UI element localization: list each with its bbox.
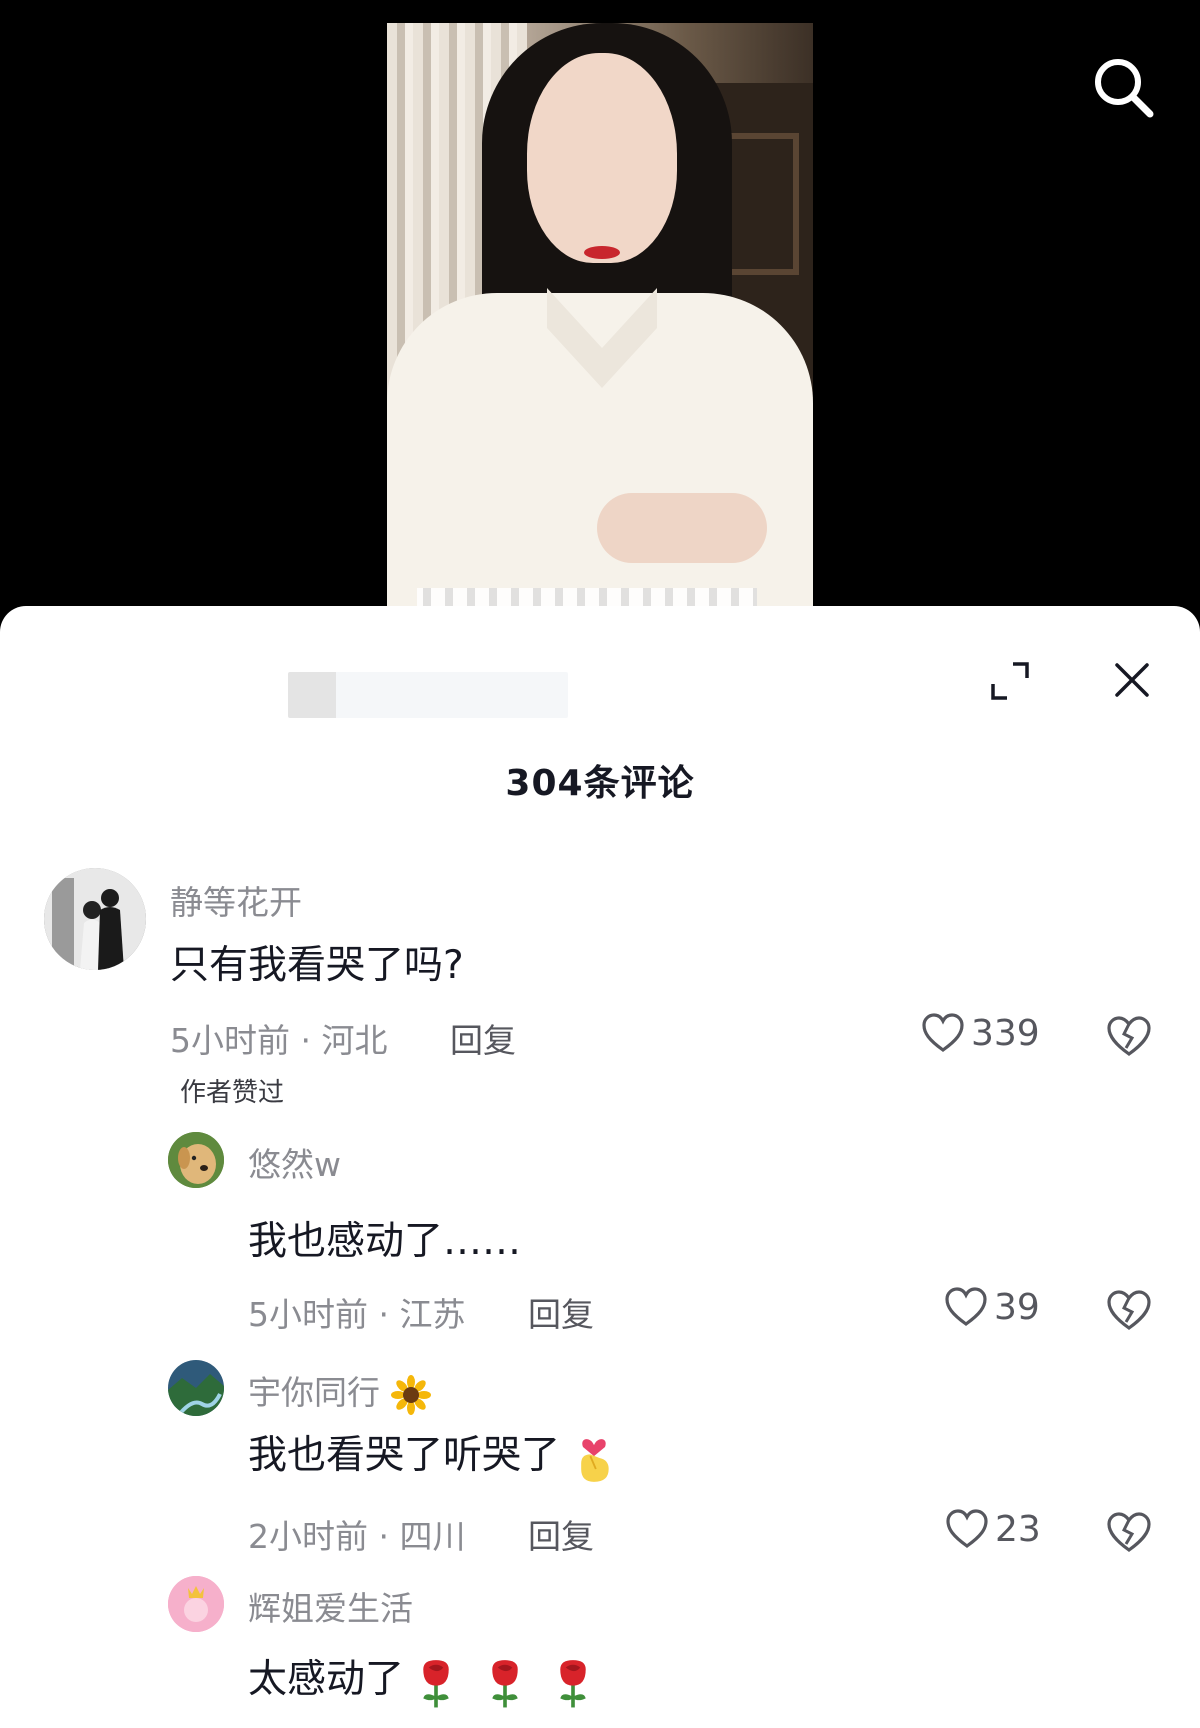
- comment-text: 我也看哭了听哭了: [248, 1424, 616, 1485]
- video-person-hands: [597, 493, 767, 563]
- broken-heart-icon: [1107, 1512, 1151, 1552]
- comment-text: 只有我看哭了吗?: [170, 943, 464, 988]
- like-count: 39: [994, 1286, 1040, 1328]
- reply-button[interactable]: 回复: [528, 1288, 594, 1336]
- comment-meta: 5小时前 · 河北: [170, 1021, 388, 1060]
- comment-username[interactable]: 宇你同行: [248, 1366, 431, 1415]
- comment-username[interactable]: 辉姐爱生活: [248, 1582, 413, 1630]
- heart-icon: [922, 1013, 964, 1052]
- rose-emoji: [492, 1659, 518, 1707]
- broken-heart-icon: [1107, 1290, 1151, 1330]
- dislike-button[interactable]: [1106, 1014, 1152, 1062]
- like-button[interactable]: 23: [945, 1508, 1041, 1550]
- search-button[interactable]: [1088, 52, 1160, 124]
- broken-heart-icon: [1107, 1016, 1151, 1056]
- expand-icon: [991, 662, 1029, 700]
- like-button[interactable]: 339: [921, 1012, 1040, 1054]
- avatar-dog-photo: [168, 1132, 224, 1188]
- video-person-lips: [584, 246, 620, 259]
- dislike-button[interactable]: [1106, 1288, 1152, 1336]
- comment-username[interactable]: 悠然w: [248, 1138, 341, 1186]
- search-icon: [1095, 59, 1154, 118]
- avatar[interactable]: [168, 1132, 224, 1188]
- avatar[interactable]: [168, 1360, 224, 1416]
- reply-button[interactable]: 回复: [450, 1014, 516, 1062]
- like-count: 23: [995, 1508, 1041, 1550]
- expand-button[interactable]: [985, 656, 1035, 706]
- video-person-face: [527, 53, 677, 263]
- author-liked-badge: 作者赞过: [180, 1078, 285, 1108]
- comment-text: 太感动了: [248, 1648, 593, 1709]
- like-button[interactable]: 39: [944, 1286, 1040, 1328]
- comment-sheet: 304条评论 静等花开 只有我看哭了吗? 5小时前 · 河北 回复 339 作者…: [0, 606, 1200, 1728]
- rose-emoji: [423, 1659, 450, 1707]
- video-frame[interactable]: [387, 23, 813, 620]
- sunflower-emoji: [390, 1374, 431, 1415]
- blurred-header-banner: [288, 672, 568, 718]
- rose-emoji: [560, 1659, 586, 1707]
- avatar-pink-badge: [168, 1576, 224, 1632]
- video-player[interactable]: [0, 0, 1200, 620]
- comment-meta: 5小时前 · 江苏: [248, 1295, 466, 1334]
- reply-button[interactable]: 回复: [528, 1510, 594, 1558]
- comment-username[interactable]: 静等花开: [170, 876, 302, 924]
- close-icon: [1115, 663, 1149, 697]
- like-count: 339: [971, 1012, 1040, 1054]
- avatar-couple-photo: [44, 868, 146, 970]
- comment-text-body: 我也看哭了听哭了: [248, 1433, 561, 1478]
- close-button[interactable]: [1107, 653, 1157, 708]
- comment-meta: 2小时前 · 四川: [248, 1517, 466, 1556]
- comment-count-title: 304条评论: [505, 763, 695, 804]
- avatar[interactable]: [168, 1576, 224, 1632]
- finger-heart-emoji: [581, 1438, 610, 1482]
- comment-text: 我也感动了……: [248, 1219, 522, 1264]
- comment-text-body: 太感动了: [248, 1657, 405, 1702]
- avatar-landscape-photo: [168, 1360, 224, 1416]
- heart-icon: [945, 1287, 987, 1326]
- video-person-shirt: [387, 293, 813, 620]
- comment-username-text: 宇你同行: [248, 1373, 380, 1412]
- dislike-button[interactable]: [1106, 1510, 1152, 1558]
- avatar[interactable]: [44, 868, 146, 970]
- heart-icon: [946, 1509, 988, 1548]
